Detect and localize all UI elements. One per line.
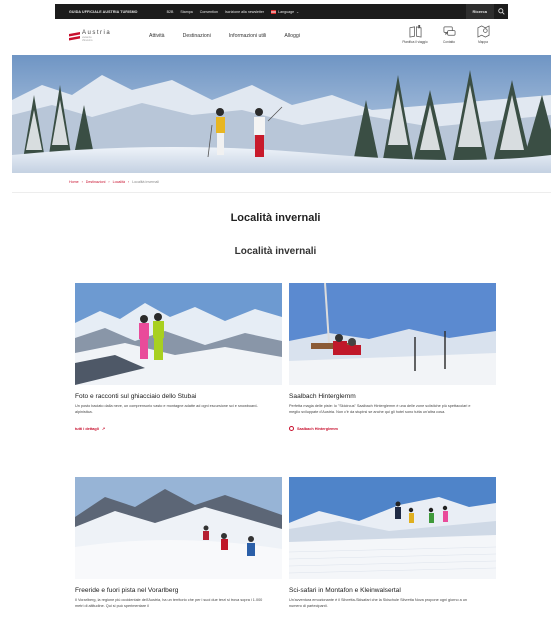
map-button[interactable]: Mappa <box>470 25 496 44</box>
card-stubai[interactable]: Foto e racconti sul ghiacciaio dello Stu… <box>75 283 282 431</box>
breadcrumb-separator: › <box>108 180 110 184</box>
hero-image <box>12 55 551 173</box>
contact-label: Contatto <box>442 40 456 44</box>
main-menu: Attività Destinazioni Informazioni utili… <box>149 33 300 39</box>
card-title[interactable]: Sci-safari in Montafon e Kleinwalsertal <box>289 587 496 594</box>
logo-tagline: vacanze d'inverno <box>82 36 93 42</box>
plan-trip-button[interactable]: Pianifica il viaggio <box>402 25 428 44</box>
breadcrumb-destinations[interactable]: Destinazioni <box>86 180 106 184</box>
newsletter-link[interactable]: Iscrizione alla newsletter <box>225 10 264 14</box>
search-icon <box>494 4 508 19</box>
location-pin-icon <box>289 426 294 432</box>
main-navigation: Austria vacanze d'inverno Attività Destin… <box>55 19 508 55</box>
search-button[interactable]: Ricerca <box>465 4 508 19</box>
breadcrumb-separator: › <box>127 180 130 184</box>
page-title: Località invernali <box>230 212 321 224</box>
menu-item-destinations[interactable]: Destinazioni <box>183 33 211 39</box>
plan-trip-label: Pianifica il viaggio <box>402 40 428 44</box>
header-tools: Pianifica il viaggio Contatto Mappa <box>402 25 496 44</box>
card-title[interactable]: Freeride e fuori pista nel Vorarlberg <box>75 587 282 594</box>
card-link-label: tutti i dettagli <box>75 426 99 431</box>
card-saalbach[interactable]: Saalbach Hinterglemm Perfetta magia dell… <box>289 283 496 432</box>
arrow-right-icon: ↗ <box>101 427 106 432</box>
section-title: Località invernali <box>234 246 317 257</box>
card-details-link[interactable]: tutti i dettagli ↗ <box>75 426 282 432</box>
map-icon <box>477 25 489 38</box>
card-image <box>75 283 282 385</box>
card-description: Perfetta magia delle piste: lo "Skicircu… <box>289 404 471 414</box>
card-description: Il Vorarlberg, la regione più occidental… <box>75 598 263 608</box>
breadcrumb-places[interactable]: Località <box>113 180 125 184</box>
card-link-label: Saalbach Hinterglemm <box>297 426 338 431</box>
card-image <box>289 477 496 579</box>
breadcrumb: Home › Destinazioni › Località › Localit… <box>69 180 159 184</box>
language-label: Language <box>278 9 295 14</box>
contact-button[interactable]: Contatto <box>436 25 462 44</box>
utility-bar: GUIDA UFFICIALE AUSTRIA TURISMO B2B Stam… <box>55 4 508 19</box>
card-description: Un posto baciato dalla neve, un comprens… <box>75 404 258 414</box>
language-selector[interactable]: Language ⌄ <box>271 9 300 14</box>
menu-item-useful-info[interactable]: Informazioni utili <box>229 33 266 39</box>
search-label: Ricerca <box>465 4 494 19</box>
divider <box>12 192 551 193</box>
convention-link[interactable]: Convention <box>200 10 218 14</box>
menu-item-accommodation[interactable]: Alloggi <box>284 33 300 39</box>
card-vorarlberg[interactable]: Freeride e fuori pista nel Vorarlberg Il… <box>75 477 282 609</box>
b2b-link[interactable]: B2B <box>167 10 174 14</box>
breadcrumb-current: Località invernali <box>132 180 159 184</box>
official-guide-link[interactable]: GUIDA UFFICIALE AUSTRIA TURISMO <box>69 10 138 14</box>
chat-icon <box>443 26 455 36</box>
book-icon <box>409 25 421 38</box>
card-title[interactable]: Saalbach Hinterglemm <box>289 393 496 400</box>
menu-item-activities[interactable]: Attività <box>149 33 165 39</box>
italy-flag-icon <box>271 9 277 14</box>
breadcrumb-home[interactable]: Home <box>69 180 79 184</box>
card-description: Un'avventura emozionante è il Silvretta-… <box>289 598 468 608</box>
breadcrumb-separator: › <box>81 180 83 184</box>
card-montafon[interactable]: Sci-safari in Montafon e Kleinwalsertal … <box>289 477 496 609</box>
card-title[interactable]: Foto e racconti sul ghiacciaio dello Stu… <box>75 393 282 400</box>
card-location-link[interactable]: Saalbach Hinterglemm <box>289 426 496 432</box>
map-label: Mappa <box>478 40 488 44</box>
austria-logo[interactable]: Austria vacanze d'inverno <box>69 30 125 44</box>
card-image <box>75 477 282 579</box>
press-link[interactable]: Stampa <box>180 10 192 14</box>
austria-flag-logo-icon <box>69 32 80 41</box>
chevron-down-icon: ⌄ <box>296 9 300 14</box>
card-image <box>289 283 496 385</box>
